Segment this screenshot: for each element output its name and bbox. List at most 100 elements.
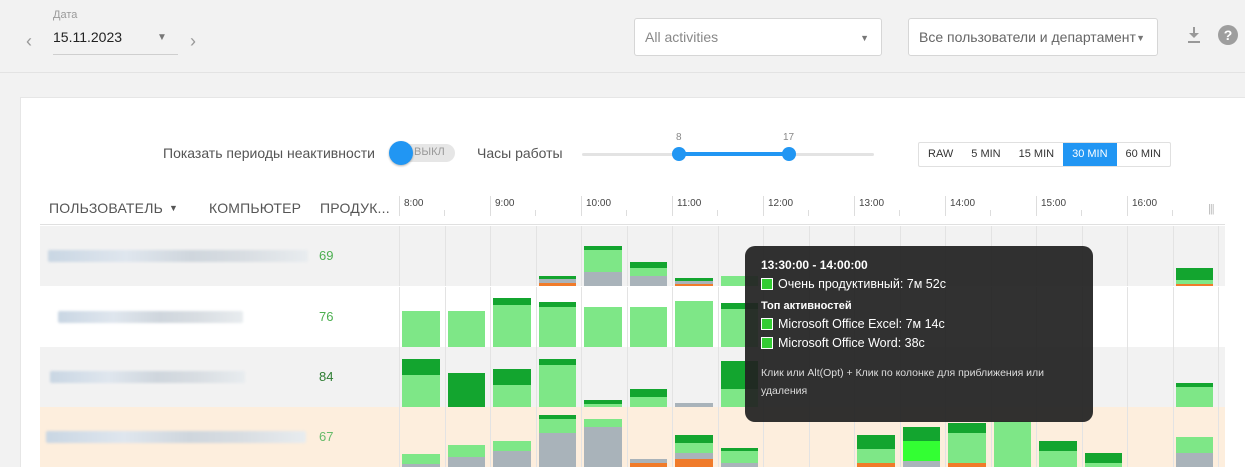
activity-bar[interactable] — [675, 453, 713, 459]
activity-bar[interactable] — [948, 433, 986, 463]
interval-raw-button[interactable]: RAW — [919, 143, 962, 166]
hour-label: 9:00 — [495, 198, 515, 209]
activity-bar[interactable] — [675, 443, 713, 453]
interval-60min-button[interactable]: 60 MIN — [1117, 143, 1170, 166]
activities-select[interactable]: All activities ▼ — [634, 18, 882, 56]
activity-bar[interactable] — [402, 454, 440, 464]
activity-bar[interactable] — [538, 419, 576, 433]
activity-bar[interactable] — [402, 359, 440, 375]
activity-bar[interactable] — [402, 375, 440, 407]
work-hours-start-handle[interactable] — [672, 147, 686, 161]
activity-bar[interactable] — [1175, 268, 1213, 280]
activity-bar[interactable] — [493, 369, 531, 385]
activity-bar[interactable] — [538, 433, 576, 467]
activity-bar[interactable] — [538, 359, 576, 365]
activity-bar[interactable] — [538, 307, 576, 347]
activity-bar[interactable] — [857, 463, 895, 467]
activity-bar[interactable] — [1175, 387, 1213, 407]
activity-bar[interactable] — [1175, 284, 1213, 286]
activity-bar[interactable] — [493, 441, 531, 451]
activity-bar[interactable] — [993, 421, 1031, 467]
activity-bar[interactable] — [675, 284, 713, 286]
activity-bar[interactable] — [902, 441, 940, 461]
activity-bar[interactable] — [493, 305, 531, 347]
activity-bar[interactable] — [1039, 451, 1077, 467]
activity-bar[interactable] — [629, 262, 667, 268]
activity-bar[interactable] — [1175, 280, 1213, 284]
activity-bar[interactable] — [1039, 441, 1077, 451]
activity-bar[interactable] — [629, 276, 667, 286]
columns-icon[interactable]: ||| — [1208, 203, 1215, 215]
activity-bar[interactable] — [629, 463, 667, 467]
tooltip-activity-2: Microsoft Office Word: 38с — [778, 336, 925, 350]
activity-bar[interactable] — [538, 415, 576, 419]
download-icon[interactable] — [1186, 26, 1202, 44]
activity-bar[interactable] — [948, 463, 986, 467]
interval-15min-button[interactable]: 15 MIN — [1010, 143, 1063, 166]
activity-bar[interactable] — [447, 457, 485, 467]
help-icon[interactable]: ? — [1218, 25, 1238, 45]
activity-bar[interactable] — [675, 278, 713, 281]
activity-bar[interactable] — [902, 461, 940, 467]
activity-bar[interactable] — [538, 276, 576, 279]
activity-bar[interactable] — [629, 389, 667, 397]
activity-bar[interactable] — [675, 435, 713, 443]
activity-bar[interactable] — [720, 448, 758, 451]
activity-bar[interactable] — [857, 435, 895, 449]
users-select[interactable]: Все пользователи и департамент ▼ — [908, 18, 1158, 56]
activity-bar[interactable] — [857, 449, 895, 463]
activity-bar[interactable] — [402, 311, 440, 347]
activity-bar[interactable] — [538, 302, 576, 307]
activity-bar[interactable] — [1084, 453, 1122, 463]
activity-bar[interactable] — [584, 427, 622, 467]
activity-bar[interactable] — [584, 272, 622, 286]
activity-bar[interactable] — [447, 373, 485, 407]
activity-bar[interactable] — [493, 385, 531, 407]
activity-bar[interactable] — [902, 427, 940, 441]
work-hours-end-handle[interactable] — [782, 147, 796, 161]
blurred-user-name — [50, 371, 245, 383]
interval-5min-button[interactable]: 5 MIN — [962, 143, 1009, 166]
activity-bar[interactable] — [447, 311, 485, 347]
date-label: Дата — [53, 9, 78, 21]
activity-bar[interactable] — [948, 423, 986, 433]
activity-bar[interactable] — [538, 283, 576, 286]
activity-bar[interactable] — [720, 463, 758, 467]
activity-bar[interactable] — [720, 451, 758, 463]
tooltip-hint: Клик или Alt(Opt) + Клик по колонке для … — [761, 367, 1045, 397]
activity-bar[interactable] — [584, 246, 622, 250]
activity-bar[interactable] — [629, 268, 667, 276]
activity-bar[interactable] — [584, 419, 622, 427]
activity-bar[interactable] — [584, 307, 622, 347]
date-dropdown-caret-icon[interactable]: ▼ — [157, 32, 167, 43]
hour-tick — [399, 196, 400, 216]
activity-bar[interactable] — [1084, 463, 1122, 467]
activity-bar[interactable] — [675, 281, 713, 284]
activity-bar[interactable] — [447, 445, 485, 457]
chevron-right-icon[interactable]: › — [190, 32, 204, 50]
interval-30min-button[interactable]: 30 MIN — [1063, 143, 1117, 166]
activity-bar[interactable] — [584, 250, 622, 272]
column-header-productivity[interactable]: ПРОДУК... — [320, 200, 390, 216]
activity-bar[interactable] — [629, 397, 667, 407]
activity-bar[interactable] — [629, 307, 667, 347]
column-header-user[interactable]: ПОЛЬЗОВАТЕЛЬ ▼ — [49, 200, 178, 216]
activity-bar[interactable] — [1175, 437, 1213, 453]
activity-bar[interactable] — [675, 459, 713, 467]
activity-bar[interactable] — [1175, 383, 1213, 387]
interval-selector: RAW 5 MIN 15 MIN 30 MIN 60 MIN — [918, 142, 1172, 167]
activity-bar[interactable] — [538, 279, 576, 283]
inactivity-toggle-knob[interactable] — [389, 141, 413, 165]
activity-bar[interactable] — [675, 301, 713, 347]
activity-bar[interactable] — [629, 459, 667, 463]
activity-bar[interactable] — [1175, 453, 1213, 467]
activity-bar[interactable] — [584, 400, 622, 404]
chevron-left-icon[interactable]: ‹ — [26, 32, 40, 50]
cell-separator — [1127, 407, 1128, 467]
activity-bar[interactable] — [538, 365, 576, 407]
sort-down-icon: ▼ — [168, 203, 179, 213]
date-value[interactable]: 15.11.2023 — [53, 29, 122, 45]
column-header-computer[interactable]: КОМПЬЮТЕР — [209, 200, 301, 216]
activity-bar[interactable] — [493, 451, 531, 467]
activity-bar[interactable] — [493, 298, 531, 305]
